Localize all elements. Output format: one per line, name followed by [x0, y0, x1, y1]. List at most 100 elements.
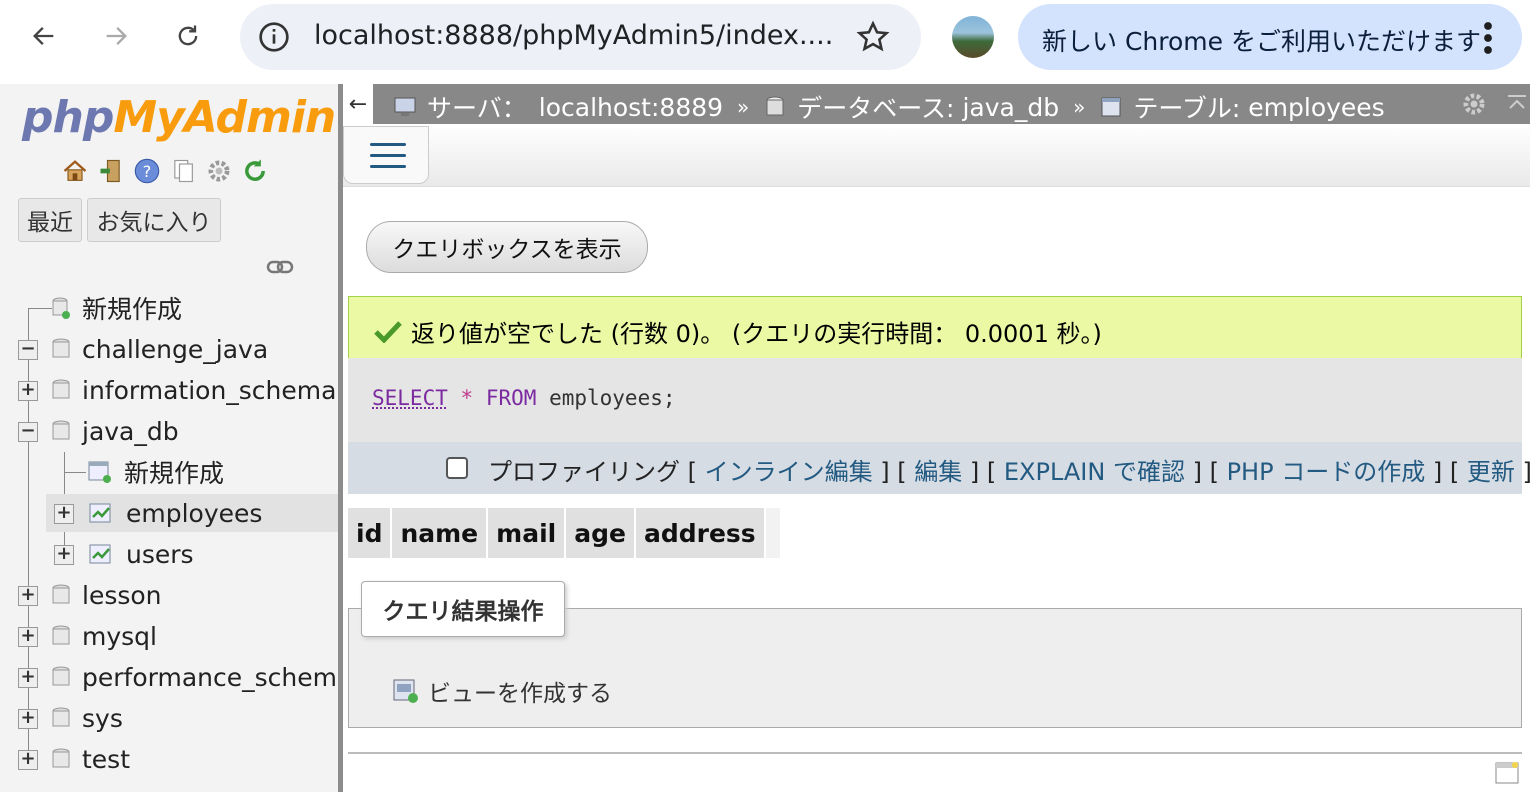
reload-navigation-icon[interactable] — [240, 156, 270, 186]
query-results-operations-legend: クエリ結果操作 — [361, 581, 565, 637]
expand-toggle-icon[interactable]: + — [18, 586, 38, 606]
link-chain-icon[interactable] — [266, 258, 294, 276]
expand-toggle-icon[interactable]: + — [18, 750, 38, 770]
update-label: 新しい Chrome をご利用いただけます — [1042, 27, 1481, 56]
tree-line — [28, 308, 52, 309]
expand-toggle-icon[interactable]: + — [18, 627, 38, 647]
database-icon — [52, 584, 70, 604]
sql-star: * — [460, 386, 474, 410]
tree-item-challenge-java[interactable]: challenge_java — [52, 330, 268, 368]
database-icon — [52, 420, 70, 440]
table-icon — [89, 503, 111, 523]
tree-item-new[interactable]: 新規作成 — [52, 289, 182, 327]
settings-gear-icon[interactable] — [1460, 90, 1488, 118]
database-icon — [52, 666, 70, 686]
logout-icon[interactable] — [96, 156, 126, 186]
reload-icon[interactable] — [166, 14, 210, 58]
help-icon[interactable]: ? — [132, 156, 162, 186]
phpmyadmin-logo[interactable]: phpMyAdmin — [22, 92, 336, 143]
favorite-tables-button[interactable]: お気に入り — [87, 198, 221, 242]
tree-line — [64, 472, 86, 473]
url-text[interactable]: localhost:8888/phpMyAdmin5/index.... — [314, 20, 833, 51]
breadcrumb: サーバ： localhost:8889 » データベース: java_db » … — [393, 89, 1385, 125]
bookmark-star-icon[interactable] — [856, 20, 890, 54]
sql-query-display: SELECT * FROM employees; — [348, 358, 1522, 442]
forward-arrow-icon[interactable] — [94, 14, 138, 58]
result-table-header: id name mail age address — [348, 508, 780, 558]
console-icon[interactable] — [1494, 760, 1520, 786]
documentation-icon[interactable] — [168, 156, 198, 186]
tree-item-mysql[interactable]: mysql — [52, 617, 157, 655]
chrome-update-button[interactable]: 新しい Chrome をご利用いただけます — [1018, 4, 1522, 70]
more-menu-icon[interactable] — [1480, 20, 1496, 56]
expand-toggle-icon[interactable]: + — [18, 709, 38, 729]
inline-edit-link[interactable]: インライン編集 — [705, 458, 873, 486]
show-query-box-button[interactable]: クエリボックスを表示 — [366, 221, 648, 273]
sidebar-resize-handle[interactable] — [338, 84, 343, 792]
settings-gear-icon[interactable] — [204, 156, 234, 186]
database-icon — [52, 625, 70, 645]
query-operations: プロファイリング [ インライン編集 ] [ 編集 ] [ EXPLAIN で確… — [488, 458, 1530, 486]
column-header-name[interactable]: name — [392, 508, 489, 558]
collapse-toggle-icon[interactable]: − — [18, 422, 38, 442]
sql-keyword-select[interactable]: SELECT — [372, 386, 448, 410]
hamburger-menu-icon[interactable] — [343, 126, 429, 184]
create-php-code-link[interactable]: PHP コードの作成 — [1227, 458, 1426, 486]
back-arrow-icon[interactable] — [22, 14, 66, 58]
tree-item-information-schema[interactable]: information_schema — [52, 371, 336, 409]
collapse-sidebar-arrow-icon[interactable]: ← — [343, 84, 373, 124]
database-icon — [52, 379, 70, 399]
refresh-link[interactable]: 更新 — [1467, 458, 1515, 486]
collapse-toggle-icon[interactable]: − — [18, 340, 38, 360]
database-icon — [766, 96, 784, 116]
explain-link[interactable]: EXPLAIN で確認 — [1004, 458, 1185, 486]
browser-toolbar: localhost:8888/phpMyAdmin5/index.... 新しい… — [0, 0, 1530, 85]
create-view-link[interactable]: ビューを作成する — [392, 674, 612, 708]
column-header-age[interactable]: age — [566, 508, 636, 558]
svg-text:?: ? — [143, 162, 152, 181]
quick-icons: ? — [60, 156, 270, 186]
breadcrumb-separator: » — [737, 95, 750, 119]
expand-toggle-icon[interactable]: + — [54, 504, 74, 524]
create-view-icon — [393, 679, 418, 703]
profile-avatar[interactable] — [952, 16, 994, 58]
new-database-icon — [52, 297, 70, 319]
tree-item-test[interactable]: test — [52, 740, 130, 778]
sql-code: SELECT * FROM employees; — [372, 386, 676, 410]
tree-item-performance-schema[interactable]: performance_schema — [52, 658, 338, 696]
table-label: テーブル: — [1133, 94, 1241, 123]
column-header-id[interactable]: id — [348, 508, 393, 558]
profiling-label: プロファイリング — [488, 458, 680, 486]
database-label: データベース: — [797, 94, 955, 123]
tree-item-new-table[interactable]: 新規作成 — [88, 453, 224, 491]
tree-item-users[interactable]: users — [88, 535, 194, 573]
home-icon[interactable] — [60, 156, 90, 186]
collapse-top-menu-icon[interactable] — [1505, 92, 1529, 116]
profiling-checkbox[interactable] — [446, 457, 468, 479]
tree-line — [28, 308, 29, 763]
success-message-text: 返り値が空でした (行数 0)。 (クエリの実行時間： 0.0001 秒。) — [411, 320, 1102, 348]
database-icon — [52, 338, 70, 358]
database-icon — [52, 707, 70, 727]
database-link[interactable]: java_db — [962, 93, 1059, 122]
table-link[interactable]: employees — [1248, 93, 1384, 122]
tree-item-employees[interactable]: employees — [46, 494, 338, 532]
expand-toggle-icon[interactable]: + — [18, 668, 38, 688]
navigation-sidebar: phpMyAdmin ? 最近 お気に入り 新規作成 − challenge_j… — [0, 84, 338, 792]
table-icon — [89, 544, 111, 564]
column-header-address[interactable]: address — [635, 508, 766, 558]
tree-item-sys[interactable]: sys — [52, 699, 123, 737]
expand-toggle-icon[interactable]: + — [54, 545, 74, 565]
server-link[interactable]: localhost:8889 — [539, 93, 723, 122]
checkmark-icon — [374, 321, 402, 343]
table-icon — [1101, 97, 1121, 117]
expand-toggle-icon[interactable]: + — [18, 381, 38, 401]
address-bar[interactable]: localhost:8888/phpMyAdmin5/index.... — [240, 4, 921, 70]
column-header-mail[interactable]: mail — [488, 508, 567, 558]
site-info-icon[interactable] — [258, 21, 290, 53]
tree-item-java-db[interactable]: java_db — [52, 412, 179, 450]
edit-link[interactable]: 編集 — [914, 458, 962, 486]
tree-item-lesson[interactable]: lesson — [52, 576, 162, 614]
recent-tables-button[interactable]: 最近 — [18, 198, 82, 242]
top-menu-bar — [343, 124, 1530, 187]
